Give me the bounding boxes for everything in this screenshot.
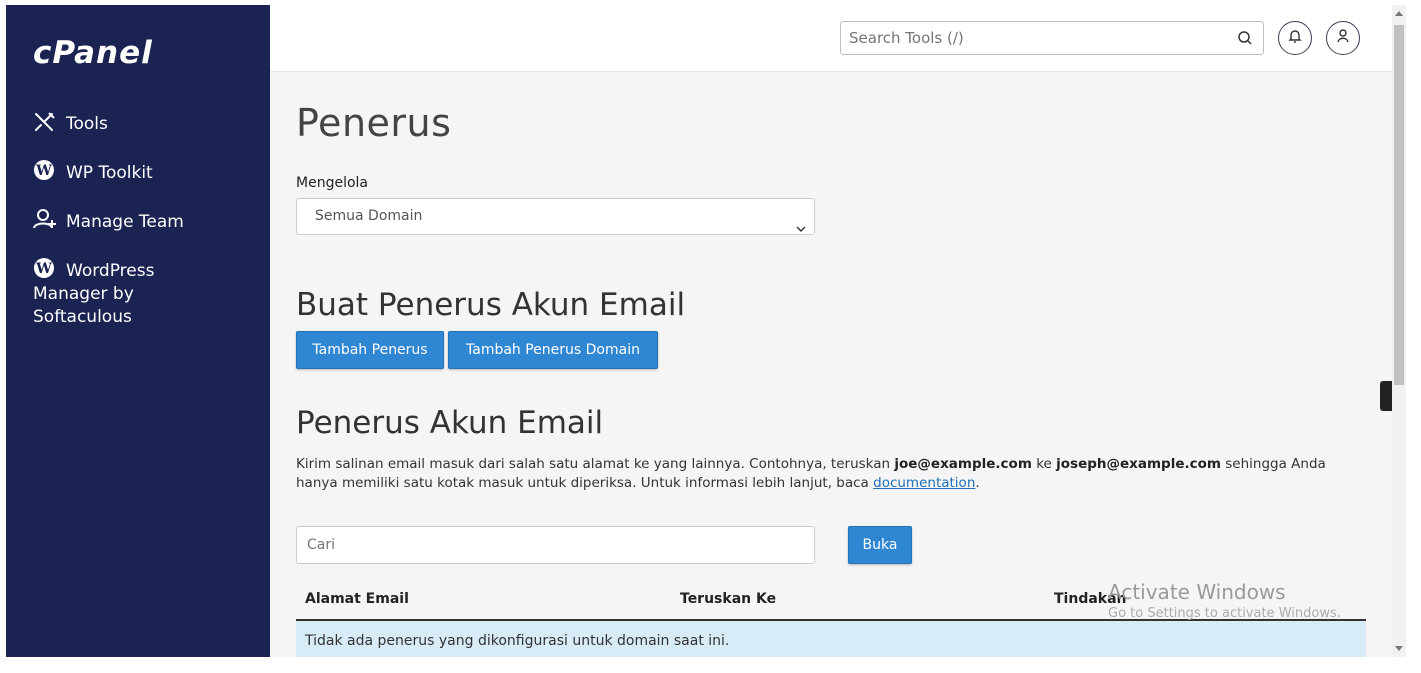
create-forwarder-heading: Buat Penerus Akun Email	[296, 287, 686, 323]
sidebar-item-manage-team[interactable]: Manage Team	[33, 208, 253, 234]
search-input[interactable]	[841, 22, 1229, 54]
add-domain-forwarder-button[interactable]: Tambah Penerus Domain	[448, 331, 658, 369]
activate-windows-watermark: Activate Windows Go to Settings to activ…	[1108, 580, 1341, 621]
tools-icon	[33, 112, 58, 132]
sidebar-item-wordpress-manager[interactable]: W WordPress Manager by Softaculous	[33, 257, 253, 329]
add-forwarder-button[interactable]: Tambah Penerus	[296, 331, 444, 369]
page-title: Penerus	[296, 101, 452, 145]
sidebar-item-label: Softaculous	[33, 307, 132, 327]
wordpress-icon: W	[33, 257, 58, 278]
sidebar-item-wp-toolkit[interactable]: W WP Toolkit	[33, 159, 253, 185]
sidebar-nav: Tools W WP Toolkit Manage Team W WordPre…	[33, 112, 253, 352]
user-icon	[1336, 28, 1350, 49]
sidebar-item-label: Manage Team	[66, 212, 184, 232]
sidebar-item-label: Tools	[66, 114, 108, 134]
sidebar-item-tools[interactable]: Tools	[33, 112, 253, 136]
column-header-email[interactable]: Alamat Email	[305, 591, 409, 607]
example-email: joseph@example.com	[1056, 456, 1221, 472]
svg-text:W: W	[35, 261, 52, 277]
chevron-down-icon	[796, 212, 806, 232]
sidebar: cPanel Tools W WP Toolkit Manage Team W	[6, 5, 270, 657]
description-text: Kirim salinan email masuk dari salah sat…	[296, 456, 1326, 491]
add-user-icon	[33, 208, 58, 229]
notifications-button[interactable]	[1278, 21, 1312, 55]
scroll-down-arrow[interactable]	[1395, 646, 1403, 651]
vertical-scrollbar[interactable]	[1392, 5, 1406, 657]
documentation-link[interactable]: documentation	[873, 475, 975, 491]
bell-icon	[1288, 28, 1302, 49]
svg-text:W: W	[35, 163, 52, 179]
example-email: joe@example.com	[894, 456, 1032, 472]
column-header-forward-to[interactable]: Teruskan Ke	[680, 591, 776, 607]
domain-select[interactable]: Semua Domain	[296, 198, 815, 235]
domain-select-value: Semua Domain	[315, 208, 423, 224]
search-icon[interactable]	[1237, 30, 1253, 46]
table-empty-row: Tidak ada penerus yang dikonfigurasi unt…	[296, 621, 1366, 657]
scroll-up-arrow[interactable]	[1395, 11, 1403, 16]
top-header	[270, 5, 1392, 72]
filter-search-input[interactable]	[296, 526, 815, 564]
sidebar-item-label: WordPress	[66, 261, 155, 281]
user-menu-button[interactable]	[1326, 21, 1360, 55]
manage-label: Mengelola	[296, 175, 368, 191]
cpanel-logo[interactable]: cPanel	[33, 35, 153, 71]
forwarders-list-heading: Penerus Akun Email	[296, 405, 604, 441]
side-panel-tab[interactable]	[1380, 381, 1392, 411]
browser-viewport: cPanel Tools W WP Toolkit Manage Team W	[6, 5, 1406, 657]
search-tools-box	[840, 21, 1264, 55]
sidebar-item-label: WP Toolkit	[66, 163, 153, 183]
wordpress-icon: W	[33, 159, 58, 180]
sidebar-item-label: Manager by	[33, 284, 134, 304]
go-button[interactable]: Buka	[848, 526, 912, 564]
scroll-thumb[interactable]	[1394, 25, 1404, 385]
